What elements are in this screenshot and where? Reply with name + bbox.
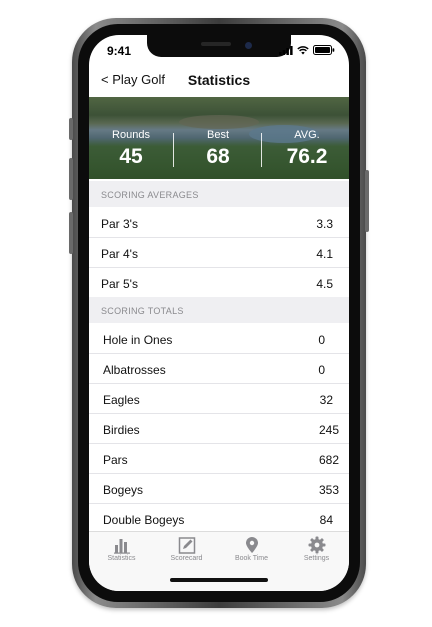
back-button[interactable]: < Play Golf — [101, 72, 165, 87]
table-row: Eagles 32 — [89, 383, 349, 414]
tab-label: Settings — [303, 555, 330, 562]
row-label: Eagles — [103, 393, 140, 407]
bar-chart-icon — [113, 539, 130, 554]
table-row: Par 3's 3.3 — [89, 207, 349, 238]
row-label: Par 4's — [101, 247, 138, 261]
row-value: 4.5 — [316, 277, 333, 291]
table-row: Birdies 245 — [89, 413, 349, 444]
section-header-label: SCORING AVERAGES — [101, 190, 199, 200]
row-label: Par 3's — [101, 217, 138, 231]
row-label: Bogeys — [103, 483, 144, 497]
row-value: 0 — [318, 363, 325, 377]
row-label: Double Bogeys — [103, 513, 185, 527]
home-indicator[interactable] — [170, 578, 268, 582]
row-label: Hole in Ones — [103, 333, 173, 347]
volume-up-button — [69, 158, 73, 200]
table-row: Double Bogeys 84 — [89, 503, 349, 534]
row-label: Albatrosses — [103, 363, 166, 377]
tab-scorecard[interactable]: Scorecard — [154, 534, 219, 568]
wifi-icon — [297, 46, 309, 55]
tab-bar: Statistics Scorecard Book Time Settings — [89, 531, 349, 591]
status-time: 9:41 — [107, 44, 132, 58]
tab-label: Scorecard — [170, 555, 203, 562]
stat-divider — [173, 133, 174, 167]
section-header-label: SCORING TOTALS — [101, 306, 184, 316]
table-row: Bogeys 353 — [89, 473, 349, 504]
cellular-signal-icon — [279, 46, 293, 55]
row-value: 3.3 — [316, 217, 333, 231]
phone-screen: 9:41 Statistics < Play Golf Rounds 45 Be… — [89, 35, 349, 591]
table-row: Par 5's 4.5 — [89, 267, 349, 297]
row-label: Birdies — [103, 423, 140, 437]
row-value: 84 — [319, 513, 333, 527]
map-pin-icon — [245, 537, 258, 553]
table-row: Hole in Ones 0 — [89, 323, 349, 354]
stat-average: AVG. 76.2 — [265, 97, 349, 179]
stat-label: AVG. — [294, 129, 320, 141]
table-row: Albatrosses 0 — [89, 353, 349, 384]
front-camera — [245, 42, 252, 49]
summary-banner: Rounds 45 Best 68 AVG. 76.2 — [89, 97, 349, 179]
table-row: Pars 682 — [89, 443, 349, 474]
stat-value: 76.2 — [286, 145, 328, 168]
tab-statistics[interactable]: Statistics — [89, 534, 154, 568]
mute-switch — [69, 118, 73, 140]
gear-icon — [308, 536, 325, 554]
volume-down-button — [69, 212, 73, 254]
row-value: 245 — [318, 423, 339, 437]
notch — [147, 35, 291, 57]
status-icons — [279, 45, 335, 55]
stat-rounds: Rounds 45 — [91, 97, 171, 179]
speaker — [201, 42, 231, 46]
section-header-scoring-totals: SCORING TOTALS — [89, 297, 349, 323]
tab-book-time[interactable]: Book Time — [219, 534, 284, 568]
side-button — [365, 170, 369, 232]
table-row: Par 4's 4.1 — [89, 237, 349, 268]
stat-divider — [261, 133, 262, 167]
row-value: 0 — [318, 333, 325, 347]
row-value: 682 — [318, 453, 339, 467]
stat-value: 68 — [206, 145, 230, 168]
stat-value: 45 — [119, 145, 143, 168]
row-value: 353 — [318, 483, 339, 497]
stat-label: Rounds — [112, 129, 150, 141]
row-label: Pars — [103, 453, 128, 467]
stat-label: Best — [206, 129, 229, 141]
section-header-scoring-averages: SCORING AVERAGES — [89, 181, 349, 207]
navigation-bar: Statistics < Play Golf — [89, 63, 349, 95]
pencil-card-icon — [178, 537, 195, 554]
row-label: Par 5's — [101, 277, 138, 291]
battery-icon — [313, 45, 335, 55]
tab-settings[interactable]: Settings — [284, 534, 349, 568]
row-value: 32 — [319, 393, 333, 407]
tab-label: Book Time — [234, 555, 269, 562]
row-value: 4.1 — [316, 247, 333, 261]
tab-label: Statistics — [107, 555, 136, 562]
stat-best: Best 68 — [177, 97, 259, 179]
